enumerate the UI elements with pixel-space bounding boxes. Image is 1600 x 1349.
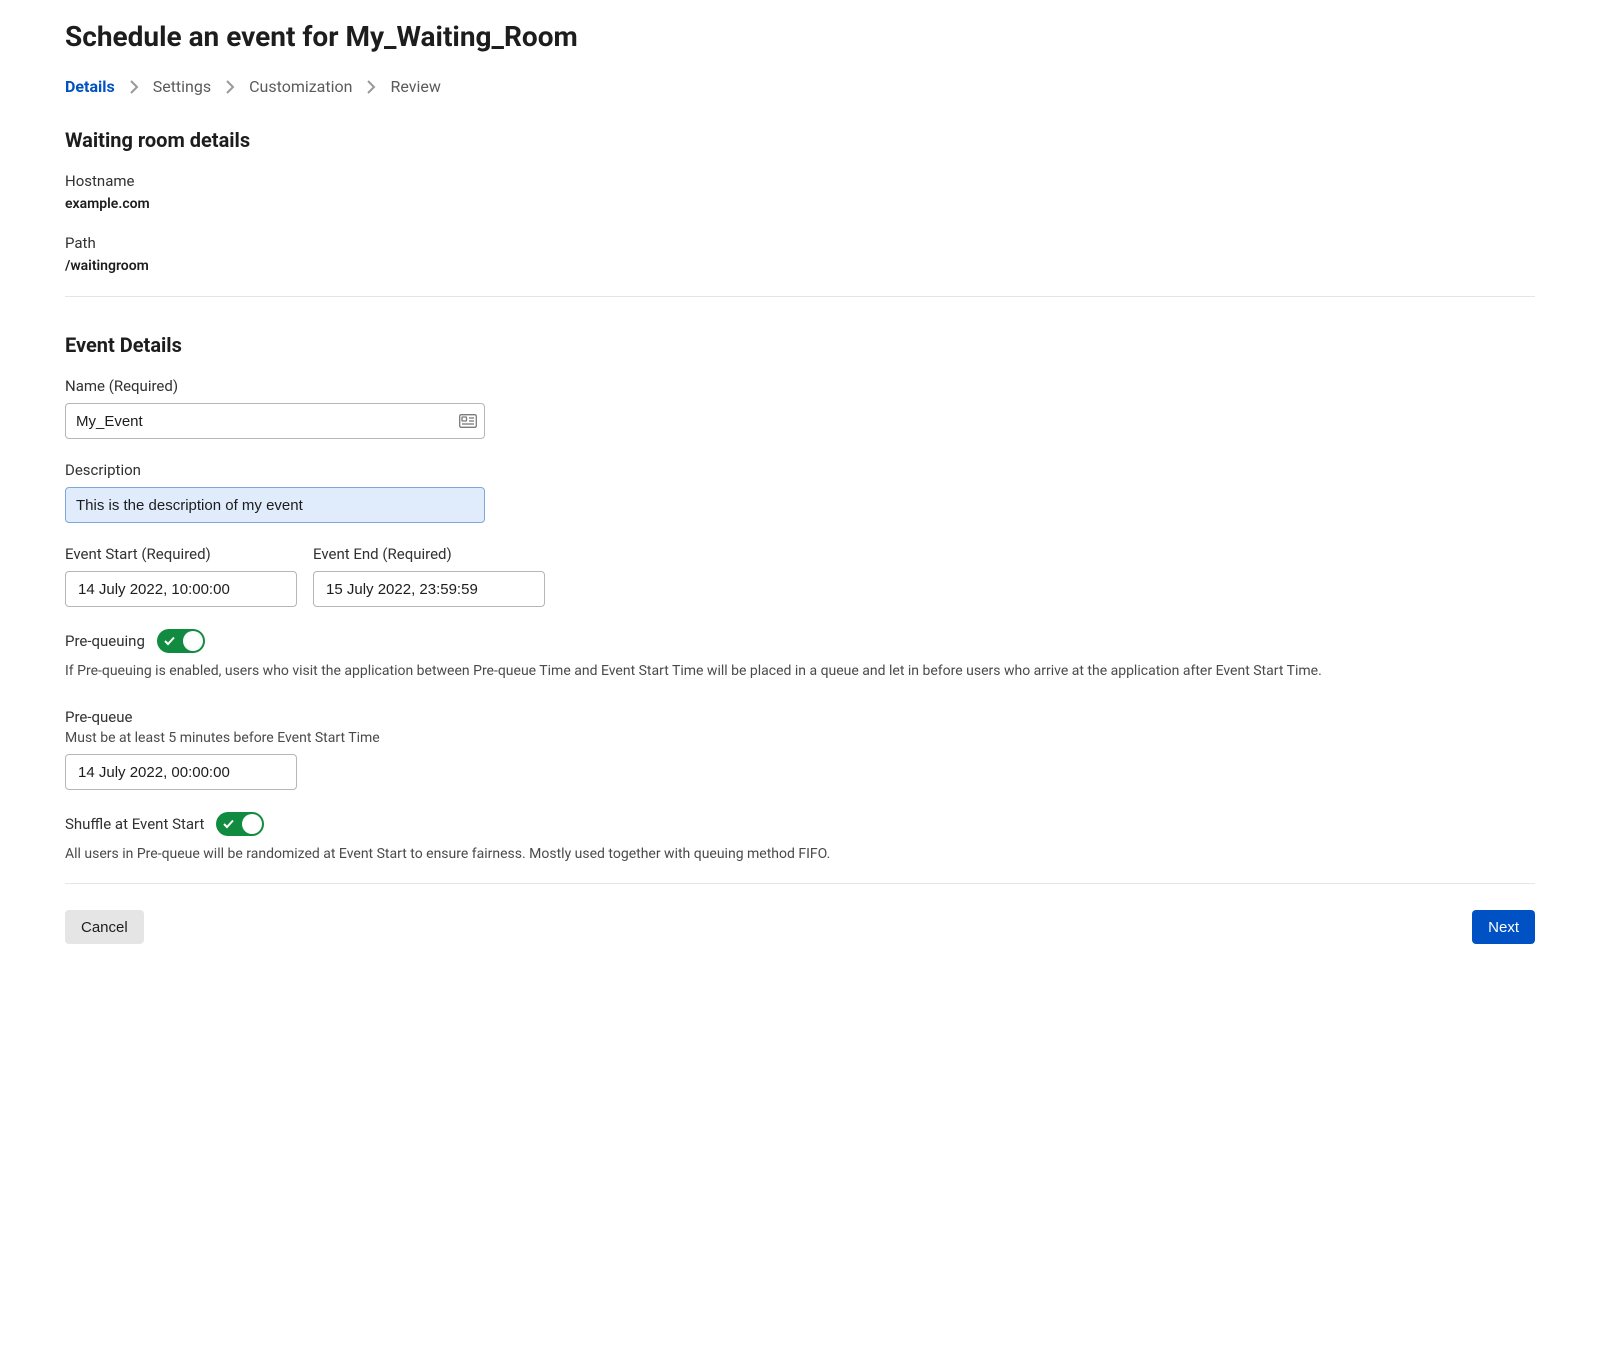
check-icon bbox=[223, 820, 234, 829]
event-start-input[interactable] bbox=[65, 571, 297, 607]
waiting-room-section-title: Waiting room details bbox=[65, 128, 1535, 152]
page-title: Schedule an event for My_Waiting_Room bbox=[65, 20, 1535, 53]
chevron-right-icon bbox=[366, 80, 376, 94]
shuffle-description: All users in Pre-queue will be randomize… bbox=[65, 844, 1535, 865]
shuffle-toggle[interactable] bbox=[216, 812, 264, 836]
breadcrumb-step-customization[interactable]: Customization bbox=[249, 77, 352, 96]
event-start-label: Event Start (Required) bbox=[65, 545, 297, 563]
prequeuing-label: Pre-queuing bbox=[65, 632, 145, 650]
path-value: /waitingroom bbox=[65, 258, 1535, 274]
path-label: Path bbox=[65, 234, 1535, 252]
shuffle-label: Shuffle at Event Start bbox=[65, 815, 204, 833]
next-button[interactable]: Next bbox=[1472, 910, 1535, 944]
event-details-section-title: Event Details bbox=[65, 333, 1535, 357]
prequeue-label: Pre-queue bbox=[65, 708, 1535, 726]
event-end-label: Event End (Required) bbox=[313, 545, 545, 563]
description-input[interactable] bbox=[65, 487, 485, 523]
contact-card-icon bbox=[459, 414, 477, 428]
prequeuing-toggle[interactable] bbox=[157, 629, 205, 653]
divider bbox=[65, 883, 1535, 884]
footer-buttons: Cancel Next bbox=[65, 910, 1535, 944]
divider bbox=[65, 296, 1535, 297]
name-label: Name (Required) bbox=[65, 377, 1535, 395]
breadcrumb-step-settings[interactable]: Settings bbox=[153, 77, 211, 96]
breadcrumb-step-details[interactable]: Details bbox=[65, 77, 115, 96]
hostname-label: Hostname bbox=[65, 172, 1535, 190]
event-end-input[interactable] bbox=[313, 571, 545, 607]
breadcrumb-step-review[interactable]: Review bbox=[390, 77, 440, 96]
prequeuing-description: If Pre-queuing is enabled, users who vis… bbox=[65, 661, 1535, 682]
breadcrumb: Details Settings Customization Review bbox=[65, 77, 1535, 96]
chevron-right-icon bbox=[129, 80, 139, 94]
hostname-value: example.com bbox=[65, 196, 1535, 212]
prequeue-input[interactable] bbox=[65, 754, 297, 790]
cancel-button[interactable]: Cancel bbox=[65, 910, 144, 944]
check-icon bbox=[164, 637, 175, 646]
chevron-right-icon bbox=[225, 80, 235, 94]
prequeue-hint: Must be at least 5 minutes before Event … bbox=[65, 730, 1535, 746]
name-input[interactable] bbox=[65, 403, 485, 439]
description-label: Description bbox=[65, 461, 1535, 479]
